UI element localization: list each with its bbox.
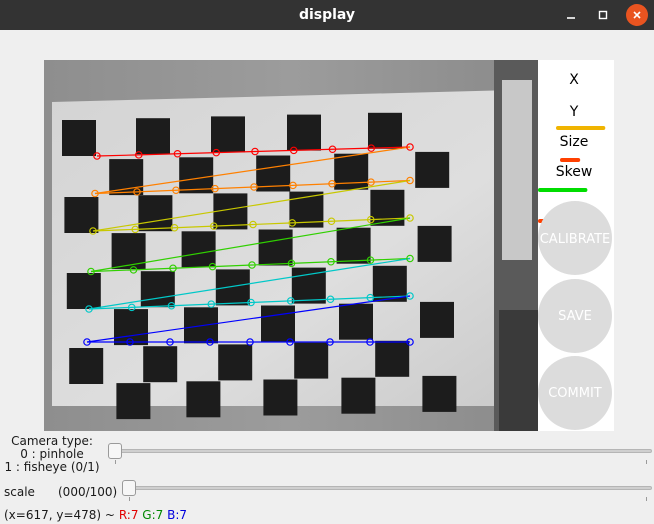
chessboard-square xyxy=(140,271,175,308)
save-button-label: SAVE xyxy=(558,309,592,324)
chessboard-square xyxy=(62,120,96,156)
chessboard-square xyxy=(334,153,369,190)
window-bright-area xyxy=(502,80,532,260)
scale-value-label: (000/100) xyxy=(58,485,118,499)
camera-type-label: Camera type: 0 : pinhole 1 : fisheye (0/… xyxy=(2,435,102,474)
chessboard-square xyxy=(116,383,151,420)
minimize-button[interactable] xyxy=(560,4,582,26)
chessboard-square xyxy=(69,348,104,384)
y-progress-label: Y xyxy=(569,104,579,120)
y-progress-bar xyxy=(556,126,606,130)
chessboard-square xyxy=(136,118,170,155)
chessboard-square xyxy=(339,303,373,340)
camera-type-slider-handle[interactable] xyxy=(108,443,122,459)
chessboard-square xyxy=(294,342,329,379)
chessboard-square xyxy=(211,116,245,153)
chessboard-square xyxy=(181,231,216,268)
camera-type-option-fisheye: 1 : fisheye (0/1) xyxy=(4,460,100,474)
chessboard-square xyxy=(375,340,410,377)
chessboard-square xyxy=(109,159,144,196)
skew-progress-bar xyxy=(538,188,588,192)
camera-type-tick-max xyxy=(646,460,647,464)
skew-progress-label: Skew xyxy=(556,164,593,180)
chessboard-square xyxy=(341,377,376,414)
x-progress-label: X xyxy=(569,72,579,88)
chessboard-square xyxy=(186,381,221,418)
scale-tick-max xyxy=(646,497,647,501)
chessboard-square xyxy=(215,269,250,306)
camera-view xyxy=(44,60,538,431)
chessboard-square xyxy=(287,114,321,151)
status-green-value: G:7 xyxy=(142,508,164,522)
dark-floor xyxy=(499,310,538,431)
window-title: display xyxy=(298,7,356,23)
status-coordinates: (x=617, y=478) ~ xyxy=(4,508,115,522)
chessboard-square xyxy=(114,309,148,346)
size-progress-label: Size xyxy=(560,134,589,150)
status-blue-value: B:7 xyxy=(167,508,188,522)
maximize-icon xyxy=(598,10,608,20)
size-progress-bar xyxy=(560,158,581,162)
chessboard-square xyxy=(420,301,454,338)
chessboard-square xyxy=(261,305,295,342)
chessboard-square xyxy=(179,157,214,194)
close-icon xyxy=(633,11,641,19)
chessboard-square xyxy=(422,375,457,412)
minimize-icon xyxy=(567,17,575,19)
chessboard-square xyxy=(138,195,173,232)
status-bar: (x=617, y=478) ~ R:7 G:7 B:7 xyxy=(4,508,187,522)
scale-slider-handle[interactable] xyxy=(122,480,136,496)
chessboard-square xyxy=(263,379,298,416)
scale-slider-track[interactable] xyxy=(122,486,652,490)
maximize-button[interactable] xyxy=(592,4,614,26)
scale-label: scale xyxy=(4,485,35,499)
window-content: X Y Size Skew CALIBRATE SAVE COMMIT Came… xyxy=(0,30,654,524)
chessboard-square xyxy=(66,273,101,309)
chessboard-square xyxy=(415,151,450,188)
chessboard-square xyxy=(258,229,293,266)
titlebar: display xyxy=(0,0,654,30)
calibration-panel: X Y Size Skew CALIBRATE SAVE COMMIT xyxy=(538,60,614,431)
chessboard-square xyxy=(218,344,253,381)
calibrate-button-label: CALIBRATE xyxy=(540,232,611,247)
chessboard-square xyxy=(417,225,452,262)
scale-tick-min xyxy=(129,497,130,501)
camera-type-slider-track[interactable] xyxy=(108,449,652,453)
chessboard-square xyxy=(143,346,178,383)
commit-button-label: COMMIT xyxy=(548,386,602,401)
chessboard-square xyxy=(368,112,402,149)
chessboard-square xyxy=(336,227,371,264)
camera-type-tick-min xyxy=(115,460,116,464)
close-button[interactable] xyxy=(626,4,648,26)
status-red-value: R:7 xyxy=(118,508,139,522)
